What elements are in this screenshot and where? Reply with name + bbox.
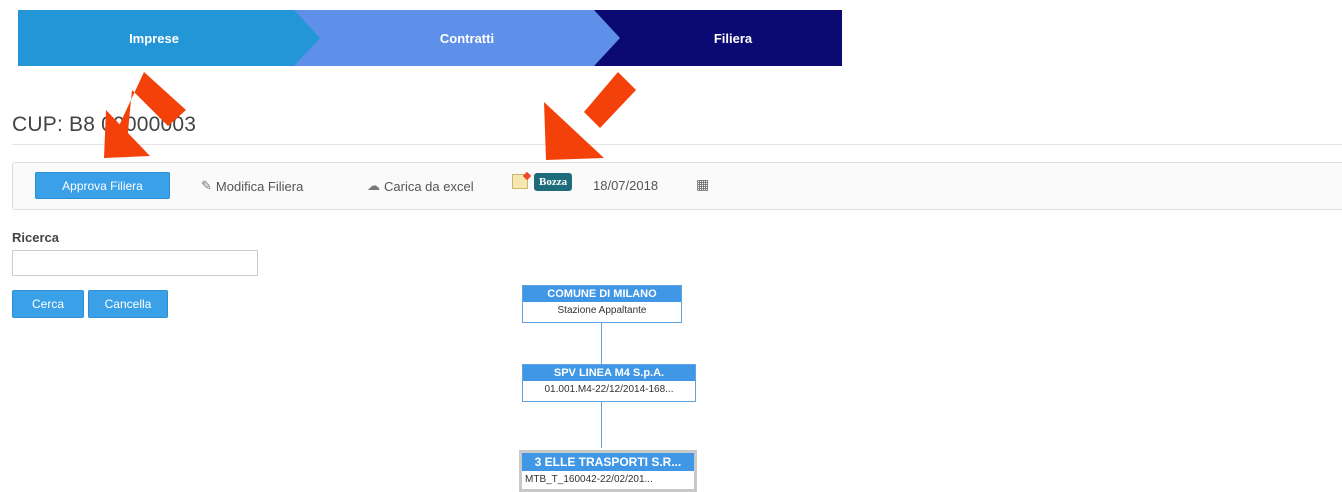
clear-button[interactable]: Cancella bbox=[88, 290, 168, 318]
edit-filiera-link[interactable]: ✎ Modifica Filiera bbox=[201, 178, 303, 194]
divider bbox=[12, 144, 1342, 145]
tree-node-name: 3 ELLE TRASPORTI S.R... bbox=[522, 453, 694, 471]
upload-excel-label: Carica da excel bbox=[384, 178, 474, 194]
tree-node[interactable]: SPV LINEA M4 S.p.A. 01.001.M4-22/12/2014… bbox=[522, 364, 696, 402]
search-button[interactable]: Cerca bbox=[12, 290, 84, 318]
calendar-icon[interactable]: ▦ bbox=[696, 176, 709, 193]
tree-connector bbox=[601, 402, 602, 448]
tree-node-detail: 01.001.M4-22/12/2014-168... bbox=[544, 384, 674, 395]
tree-node-name: COMUNE DI MILANO bbox=[523, 286, 681, 302]
search-label: Ricerca bbox=[12, 230, 59, 245]
step-label: Filiera bbox=[713, 30, 753, 46]
date-value: 18/07/2018 bbox=[593, 178, 659, 193]
search-input[interactable] bbox=[12, 250, 258, 276]
document-edit-icon bbox=[512, 174, 528, 189]
upload-excel-link[interactable]: ☁ Carica da excel bbox=[367, 178, 474, 194]
tree-node-selected[interactable]: 3 ELLE TRASPORTI S.R... MTB_T_160042-22/… bbox=[519, 450, 697, 492]
step-label: Imprese bbox=[129, 30, 179, 46]
tree-node[interactable]: COMUNE DI MILANO Stazione Appaltante bbox=[522, 285, 682, 323]
tree-node-detail: Stazione Appaltante bbox=[557, 305, 647, 316]
step-contratti[interactable]: Contratti bbox=[294, 10, 620, 66]
approve-filiera-button[interactable]: Approva Filiera bbox=[35, 172, 170, 199]
tree-node-detail: MTB_T_160042-22/02/201... bbox=[525, 474, 653, 485]
wizard-steps: Imprese Contratti Filiera bbox=[18, 10, 842, 66]
tree-connector bbox=[601, 323, 602, 364]
step-filiera[interactable]: Filiera bbox=[594, 10, 842, 66]
toolbar: Approva Filiera ✎ Modifica Filiera ☁ Car… bbox=[12, 162, 1342, 210]
annotation-arrow-right bbox=[544, 72, 636, 160]
annotation-arrow-left bbox=[104, 72, 186, 158]
step-imprese[interactable]: Imprese bbox=[18, 10, 320, 66]
step-label: Contratti bbox=[439, 30, 495, 46]
tree-node-name: SPV LINEA M4 S.p.A. bbox=[523, 365, 695, 381]
edit-filiera-label: Modifica Filiera bbox=[215, 178, 304, 194]
cloud-upload-icon: ☁ bbox=[367, 178, 380, 193]
edit-icon: ✎ bbox=[201, 178, 212, 193]
status-badge: Bozza bbox=[534, 173, 573, 191]
